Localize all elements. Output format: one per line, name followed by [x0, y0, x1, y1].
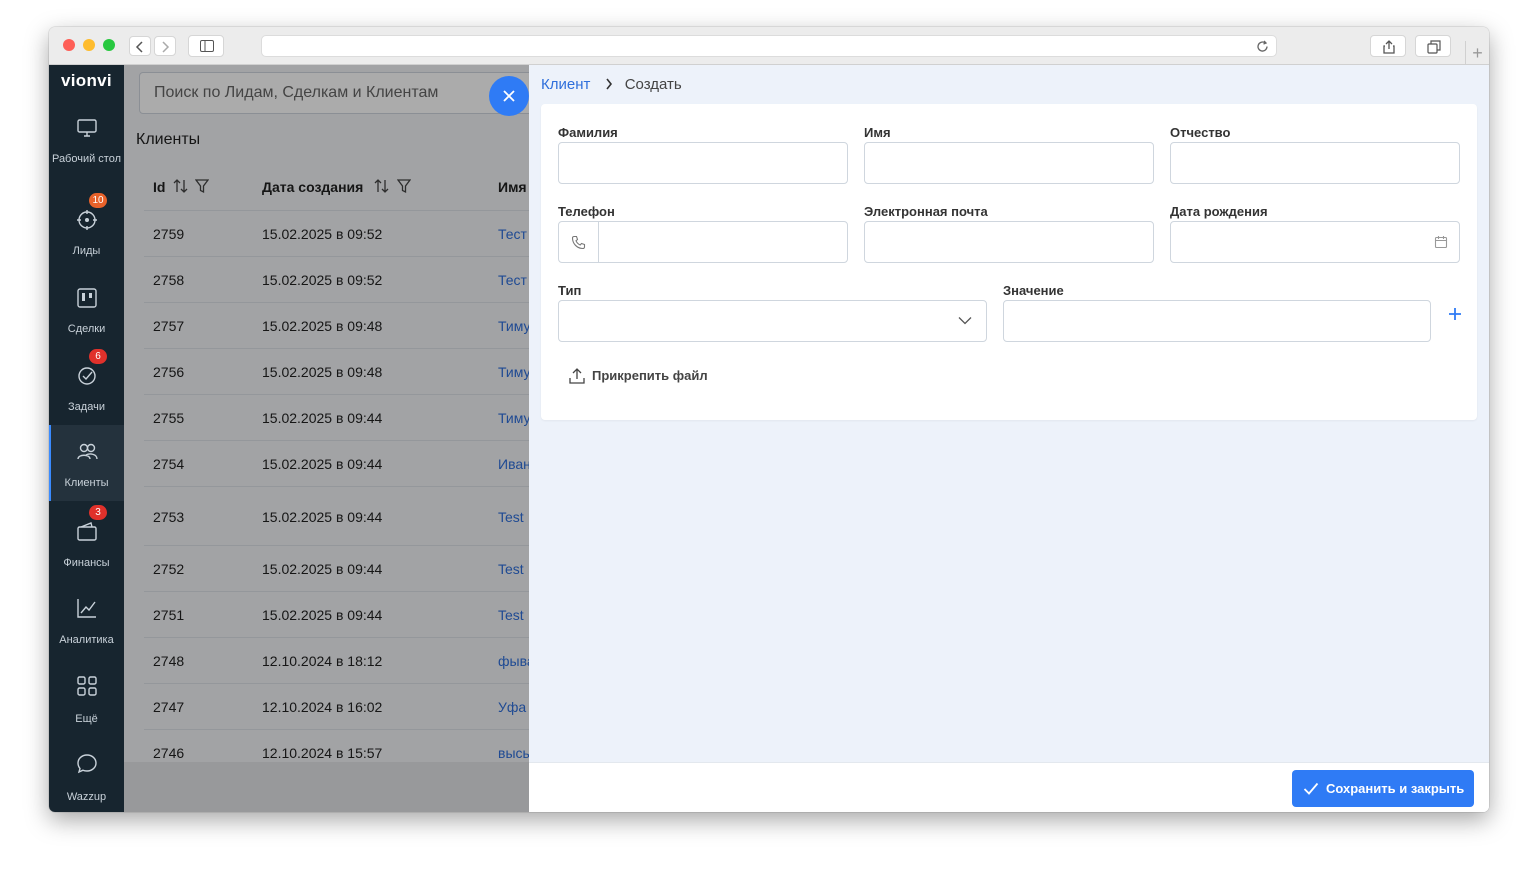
check-icon — [1303, 782, 1319, 795]
brand-logo: vionvi — [61, 71, 112, 90]
sidebar-item-label: Лиды — [72, 245, 101, 257]
chevron-down-icon — [958, 317, 972, 325]
monitor-icon — [77, 119, 97, 137]
patronymic-field[interactable] — [1170, 142, 1460, 184]
check-circle-icon — [78, 367, 96, 385]
client-form-card: Фамилия Имя Отчество Телефон Электронная… — [541, 104, 1477, 420]
birth-date-field[interactable] — [1170, 221, 1460, 263]
page-bottom-bar — [124, 762, 529, 812]
sidebar-item-wazzup[interactable]: Wazzup — [49, 737, 124, 812]
sidebar-item-more[interactable]: Ещё — [49, 659, 124, 735]
calendar-icon[interactable] — [1434, 235, 1448, 249]
wallet-icon — [77, 522, 97, 541]
save-and-close-label: Сохранить и закрыть — [1326, 781, 1465, 796]
chevron-right-icon — [162, 41, 170, 53]
chat-icon — [77, 754, 97, 774]
reload-icon[interactable] — [1256, 40, 1269, 53]
finance-count-badge: 3 — [89, 505, 107, 520]
sidebar-item-label: Wazzup — [66, 791, 107, 803]
sidebar-item-desktop[interactable]: Рабочий стол — [49, 107, 124, 183]
breadcrumb-parent-link[interactable]: Клиент — [541, 76, 590, 93]
first-name-field[interactable] — [864, 142, 1154, 184]
birth-date-label: Дата рождения — [1170, 204, 1268, 219]
drawer-footer: Сохранить и закрыть — [529, 762, 1489, 812]
sidebar-item-analytics[interactable]: Аналитика — [49, 581, 124, 657]
sidebar-item-label: Аналитика — [59, 634, 114, 646]
sidebar-icon — [200, 40, 214, 52]
email-label: Электронная почта — [864, 204, 988, 219]
close-icon — [503, 90, 515, 102]
target-icon — [77, 210, 97, 230]
browser-titlebar: + — [49, 27, 1489, 65]
back-button[interactable] — [129, 36, 151, 56]
close-window-button[interactable] — [63, 39, 75, 51]
breadcrumb-current: Создать — [624, 76, 682, 93]
last-name-label: Фамилия — [558, 125, 618, 140]
attach-file-button[interactable]: Прикрепить файл — [568, 367, 708, 390]
value-label: Значение — [1003, 283, 1064, 298]
sidebar-item-deals[interactable]: Сделки — [49, 269, 124, 345]
phone-icon — [571, 235, 586, 250]
sidebar-item-clients[interactable]: Клиенты — [49, 425, 124, 501]
first-name-label: Имя — [864, 125, 891, 140]
modal-backdrop[interactable] — [124, 65, 529, 812]
sidebar-item-label: Клиенты — [64, 477, 109, 489]
zoom-window-button[interactable] — [103, 39, 115, 51]
main-sidebar: vionvi Рабочий стол 10 Лиды Сделки 6 Зад… — [49, 65, 124, 812]
last-name-field[interactable] — [558, 142, 848, 184]
tasks-count-badge: 6 — [89, 349, 107, 364]
value-field[interactable] — [1003, 300, 1431, 342]
sidebar-item-label: Сделки — [67, 323, 106, 335]
create-client-drawer: Клиент Создать Фамилия Имя Отчество Теле… — [529, 65, 1489, 812]
upload-icon — [569, 368, 585, 384]
tabs-overview-button[interactable] — [1415, 35, 1451, 57]
chevron-left-icon — [135, 41, 143, 53]
chevron-right-icon — [605, 78, 612, 90]
save-and-close-button[interactable]: Сохранить и закрыть — [1292, 770, 1474, 807]
add-contact-icon[interactable] — [1447, 306, 1463, 322]
phone-prefix — [559, 222, 599, 262]
browser-window: + vionvi Рабочий стол 10 Лиды Сделки 6 З… — [49, 27, 1489, 812]
close-drawer-button[interactable] — [489, 76, 529, 116]
sidebar-toggle-button[interactable] — [188, 35, 224, 57]
sidebar-item-label: Задачи — [68, 401, 105, 413]
patronymic-label: Отчество — [1170, 125, 1231, 140]
sidebar-item-label: Ещё — [75, 713, 98, 725]
sidebar-item-label: Рабочий стол — [51, 153, 122, 165]
sidebar-item-finance[interactable]: 3 Финансы — [49, 503, 124, 579]
minimize-window-button[interactable] — [83, 39, 95, 51]
type-select[interactable] — [558, 300, 987, 342]
attach-file-label: Прикрепить файл — [592, 368, 708, 383]
kanban-icon — [77, 288, 97, 308]
new-tab-button[interactable]: + — [1465, 41, 1489, 65]
phone-label: Телефон — [558, 204, 615, 219]
sidebar-item-label: Финансы — [63, 557, 110, 569]
users-icon — [77, 443, 98, 460]
phone-field[interactable] — [558, 221, 848, 263]
share-button[interactable] — [1370, 35, 1406, 57]
leads-count-badge: 10 — [89, 193, 107, 208]
sidebar-item-leads[interactable]: 10 Лиды — [49, 191, 124, 267]
tabs-icon — [1427, 40, 1441, 54]
chart-icon — [77, 599, 96, 618]
breadcrumb: Клиент Создать — [541, 76, 682, 93]
share-icon — [1383, 40, 1395, 54]
forward-button[interactable] — [154, 36, 176, 56]
sidebar-item-tasks[interactable]: 6 Задачи — [49, 347, 124, 423]
type-label: Тип — [558, 283, 582, 298]
email-field[interactable] — [864, 221, 1154, 263]
grid-icon — [77, 676, 97, 696]
address-bar[interactable] — [261, 35, 1277, 57]
